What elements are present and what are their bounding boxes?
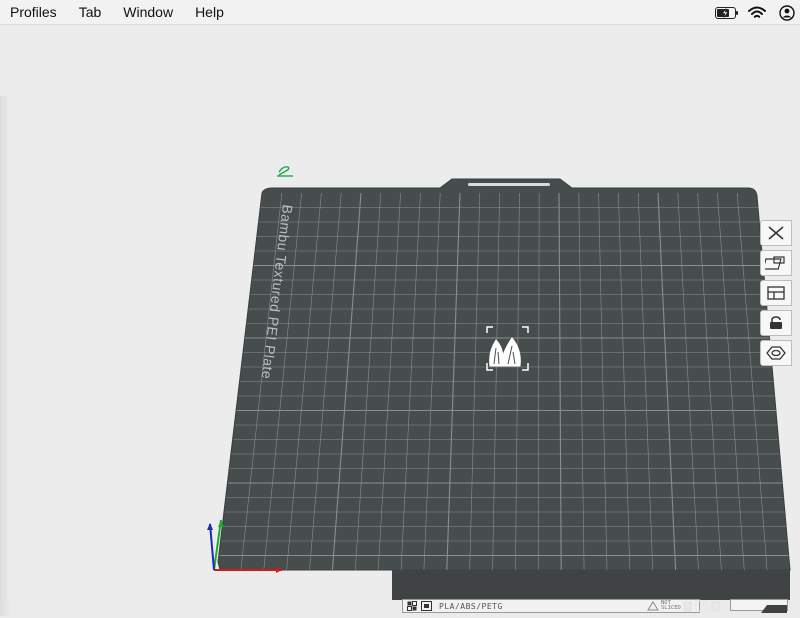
layout-icon (767, 286, 785, 300)
build-plate-scene[interactable]: Bambu Textured PEI Plate (0, 26, 800, 600)
build-plate[interactable] (217, 178, 791, 571)
wifi-icon[interactable] (744, 0, 770, 25)
menu-bar: Profiles Tab Window Help (0, 0, 800, 25)
edit-pencil-icon[interactable] (277, 166, 293, 177)
close-plate-button[interactable] (760, 220, 792, 246)
warning-icon (647, 601, 659, 611)
plate-action-icons[interactable] (680, 599, 728, 613)
menu-profiles[interactable]: Profiles (0, 0, 68, 25)
slice-status-line2: SLICED (661, 605, 681, 611)
user-account-icon[interactable] (774, 0, 800, 25)
plate-actions (680, 599, 728, 613)
arrange-icon (765, 256, 785, 270)
plate-tools-toolbar (760, 220, 800, 366)
arrange-button[interactable] (760, 250, 792, 276)
plate-grid-icon[interactable] (405, 600, 418, 612)
toolbar-backdrop (392, 570, 790, 600)
close-icon (768, 226, 784, 240)
plate-info-bar: PLA/ABS/PETG NOT SLICED (402, 599, 700, 613)
battery-charging-icon[interactable] (714, 0, 740, 25)
menu-window[interactable]: Window (112, 0, 184, 25)
plate-settings-button[interactable] (760, 340, 792, 366)
status-icons (710, 0, 800, 25)
layout-button[interactable] (760, 280, 792, 306)
menu-help[interactable]: Help (184, 0, 235, 25)
lock-plate-button[interactable] (760, 310, 792, 336)
plate-handle (468, 183, 550, 186)
plate-settings-icon (766, 346, 786, 360)
plate-type-icon[interactable] (420, 600, 433, 612)
plate-preview-icon (761, 605, 787, 613)
3d-viewport[interactable]: Bambu Textured PEI Plate PLA/ABS/PETG NO… (0, 26, 800, 616)
plate-name-field[interactable] (730, 599, 788, 613)
menu-tab[interactable]: Tab (68, 0, 113, 25)
lock-icon (770, 316, 782, 329)
filament-type-label: PLA/ABS/PETG (439, 601, 503, 611)
